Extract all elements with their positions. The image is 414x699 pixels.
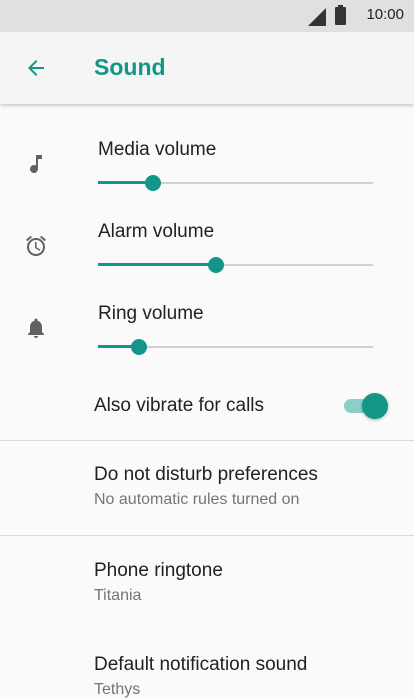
- preference-title: Default notification sound: [94, 654, 308, 675]
- status-bar: 10:00: [0, 0, 414, 32]
- ring-volume-label: Ring volume: [98, 303, 204, 324]
- do-not-disturb-preference[interactable]: Do not disturb preferences No automatic …: [0, 464, 414, 512]
- preference-summary: Titania: [94, 587, 142, 604]
- preference-summary: No automatic rules turned on: [94, 491, 300, 508]
- slider-thumb[interactable]: [145, 175, 161, 191]
- slider-fill: [98, 263, 217, 266]
- preference-title: Do not disturb preferences: [94, 464, 318, 485]
- media-volume-slider[interactable]: [98, 173, 373, 193]
- page-title: Sound: [94, 54, 166, 80]
- bell-icon: [28, 318, 44, 338]
- divider: [0, 440, 414, 441]
- default-notification-sound-preference[interactable]: Default notification sound Tethys: [0, 654, 414, 698]
- vibrate-for-calls-toggle[interactable]: [344, 393, 390, 419]
- slider-thumb[interactable]: [131, 339, 148, 355]
- signal-icon: [308, 8, 326, 26]
- phone-ringtone-preference[interactable]: Phone ringtone Titania: [0, 560, 414, 608]
- slider-thumb[interactable]: [208, 257, 225, 273]
- app-bar: Sound: [0, 32, 414, 104]
- battery-icon: [335, 5, 346, 25]
- media-volume-label: Media volume: [98, 139, 217, 160]
- alarm-clock-icon: [26, 235, 46, 256]
- preference-title: Phone ringtone: [94, 560, 223, 581]
- alarm-volume-label: Alarm volume: [98, 221, 215, 242]
- arrow-back-icon[interactable]: [24, 56, 48, 80]
- preference-summary: Tethys: [94, 681, 141, 698]
- alarm-volume-slider[interactable]: [98, 255, 373, 275]
- vibrate-for-calls-label: Also vibrate for calls: [94, 395, 265, 416]
- music-note-icon: [30, 155, 42, 174]
- divider: [0, 535, 414, 536]
- status-time: 10:00: [366, 6, 404, 23]
- ring-volume-slider[interactable]: [98, 337, 373, 357]
- toggle-knob: [362, 393, 388, 419]
